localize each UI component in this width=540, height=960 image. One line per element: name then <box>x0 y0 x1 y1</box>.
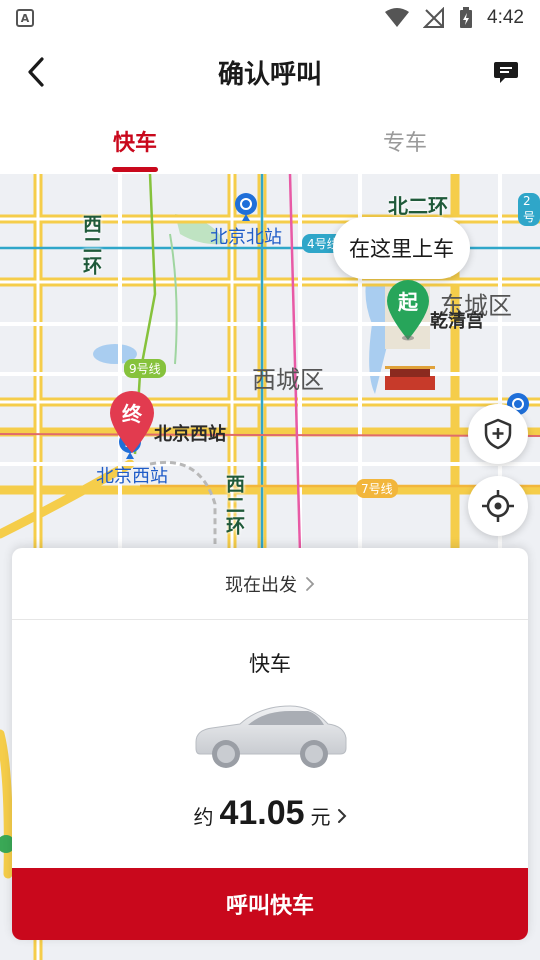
tab-active-indicator <box>112 167 158 172</box>
battery-charging-icon <box>460 7 473 28</box>
wifi-icon <box>385 8 410 27</box>
safety-button[interactable] <box>468 404 528 464</box>
price-prefix: 约 <box>193 805 214 829</box>
locate-icon <box>482 490 514 522</box>
car-type-tabs: 快车 专车 <box>0 108 540 174</box>
no-signal-icon <box>423 7 445 28</box>
car-type-name: 快车 <box>249 652 291 676</box>
tab-express-label: 快车 <box>112 131 157 156</box>
message-button[interactable] <box>490 56 522 88</box>
metro-badge-line7: 7号线 <box>356 479 398 498</box>
tab-premier[interactable]: 专车 <box>270 108 540 174</box>
car-icon <box>195 705 347 768</box>
shield-plus-icon <box>484 418 512 450</box>
end-pin-label: 终 <box>122 401 142 426</box>
pickup-bubble-label: 在这里上车 <box>349 237 454 261</box>
map-label-north-2nd-ring: 北二环 <box>388 194 448 218</box>
order-card: 现在出发 快车 约 41.05 元 呼叫快车 <box>12 548 528 940</box>
tab-premier-label: 专车 <box>382 131 427 156</box>
app-screen: A 4:42 确认呼叫 快车 专车 北京北站 西城区 东城区 乾清宫 北京西站 … <box>0 0 540 960</box>
price-estimate[interactable]: 约 41.05 元 <box>12 794 528 842</box>
metro-badge-line9: 9号线 <box>124 359 166 378</box>
map-label-beijing-west: 北京西站 <box>96 466 168 487</box>
chevron-right-icon <box>337 809 346 823</box>
price-value: 41.05 <box>219 794 305 832</box>
map-label-west-2nd-ring-top: 西二环 <box>80 214 102 277</box>
start-pin: 起 <box>383 278 433 342</box>
price-unit: 元 <box>310 805 331 829</box>
map-label-xicheng: 西城区 <box>252 366 324 394</box>
chevron-left-icon <box>28 57 44 87</box>
depart-time-label: 现在出发 <box>225 574 297 596</box>
start-pin-label: 起 <box>398 289 418 314</box>
metro-badge-line2: 2号 <box>518 193 540 226</box>
map-label-beijing-north: 北京北站 <box>210 227 282 248</box>
page-title: 确认呼叫 <box>217 59 322 90</box>
status-time: 4:42 <box>487 7 524 28</box>
map-label-beijing-west-station: 北京西站 <box>154 424 226 445</box>
map-label-qianqing: 乾清宫 <box>430 311 484 332</box>
chevron-right-icon <box>306 576 315 591</box>
locate-me-button[interactable] <box>468 476 528 536</box>
status-bar: A 4:42 <box>0 0 540 36</box>
tab-express[interactable]: 快车 <box>0 108 270 174</box>
call-car-label: 呼叫快车 <box>225 894 314 919</box>
depart-time-selector[interactable]: 现在出发 <box>12 548 528 620</box>
back-button[interactable] <box>18 54 54 90</box>
app-notification-icon: A <box>16 9 34 27</box>
map-label-west-2nd-ring-bottom: 西二环 <box>223 474 245 537</box>
call-car-button[interactable]: 呼叫快车 <box>12 868 528 940</box>
pickup-bubble[interactable]: 在这里上车 <box>333 217 470 279</box>
end-pin: 终 <box>107 389 157 455</box>
message-icon <box>494 62 518 83</box>
header: 确认呼叫 <box>0 36 540 108</box>
status-icons: 4:42 <box>385 7 524 29</box>
